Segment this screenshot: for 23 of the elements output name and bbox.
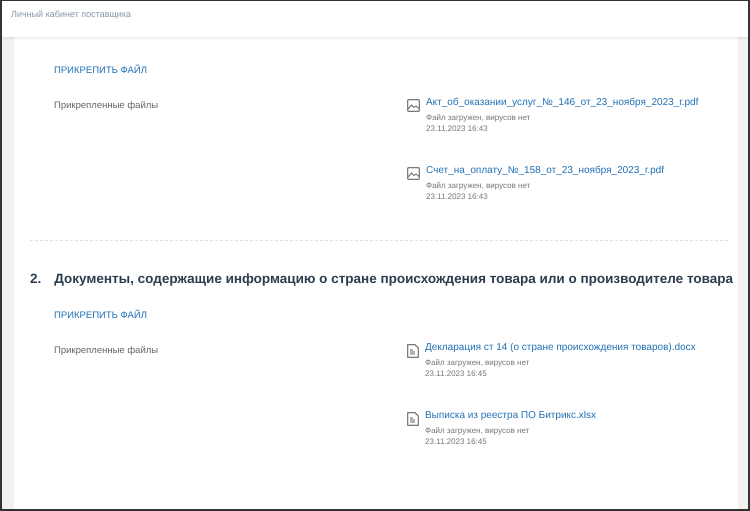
file-link[interactable]: Выписка из реестра ПО Битрикс.xlsx [425, 410, 596, 421]
file-status: Файл загружен, вирусов нет [425, 425, 530, 436]
image-file-icon [407, 99, 420, 112]
section-heading: Документы, содержащие информацию о стране происхождения товара или о производителе товара [54, 271, 734, 286]
attached-files-label: Прикрепленные файлы [54, 100, 160, 113]
section-number: 2. [30, 271, 42, 286]
file-status: Файл загружен, вирусов нет [426, 112, 532, 123]
image-file-icon [407, 167, 420, 180]
file-date: 23.11.2023 16:43 [426, 123, 489, 134]
file-date: 23.11.2023 16:45 [425, 436, 488, 447]
attach-file-link[interactable]: ПРИКРЕПИТЬ ФАЙЛ [54, 310, 147, 321]
page-title: Личный кабинет поставщика [11, 9, 131, 19]
attached-files-label: Прикрепленные файлы [54, 345, 160, 358]
file-link[interactable]: Счет_на_оплату_№_158_от_23_ноября_2023_г.pdf [426, 165, 664, 176]
file-status: Файл загружен, вирусов нет [425, 357, 530, 368]
attach-file-link[interactable]: ПРИКРЕПИТЬ ФАЙЛ [54, 65, 147, 76]
file-date: 23.11.2023 16:43 [426, 191, 489, 202]
file-link[interactable]: Декларация ст 14 (о стране происхождения товаров).docx [425, 342, 696, 353]
file-date: 23.11.2023 16:45 [425, 368, 488, 379]
document-file-icon [407, 412, 419, 426]
document-file-icon [407, 344, 419, 358]
file-link[interactable]: Акт_об_оказании_услуг_№_146_от_23_ноября_2023_г.pdf [426, 97, 698, 108]
file-status: Файл загружен, вирусов нет [426, 180, 532, 191]
